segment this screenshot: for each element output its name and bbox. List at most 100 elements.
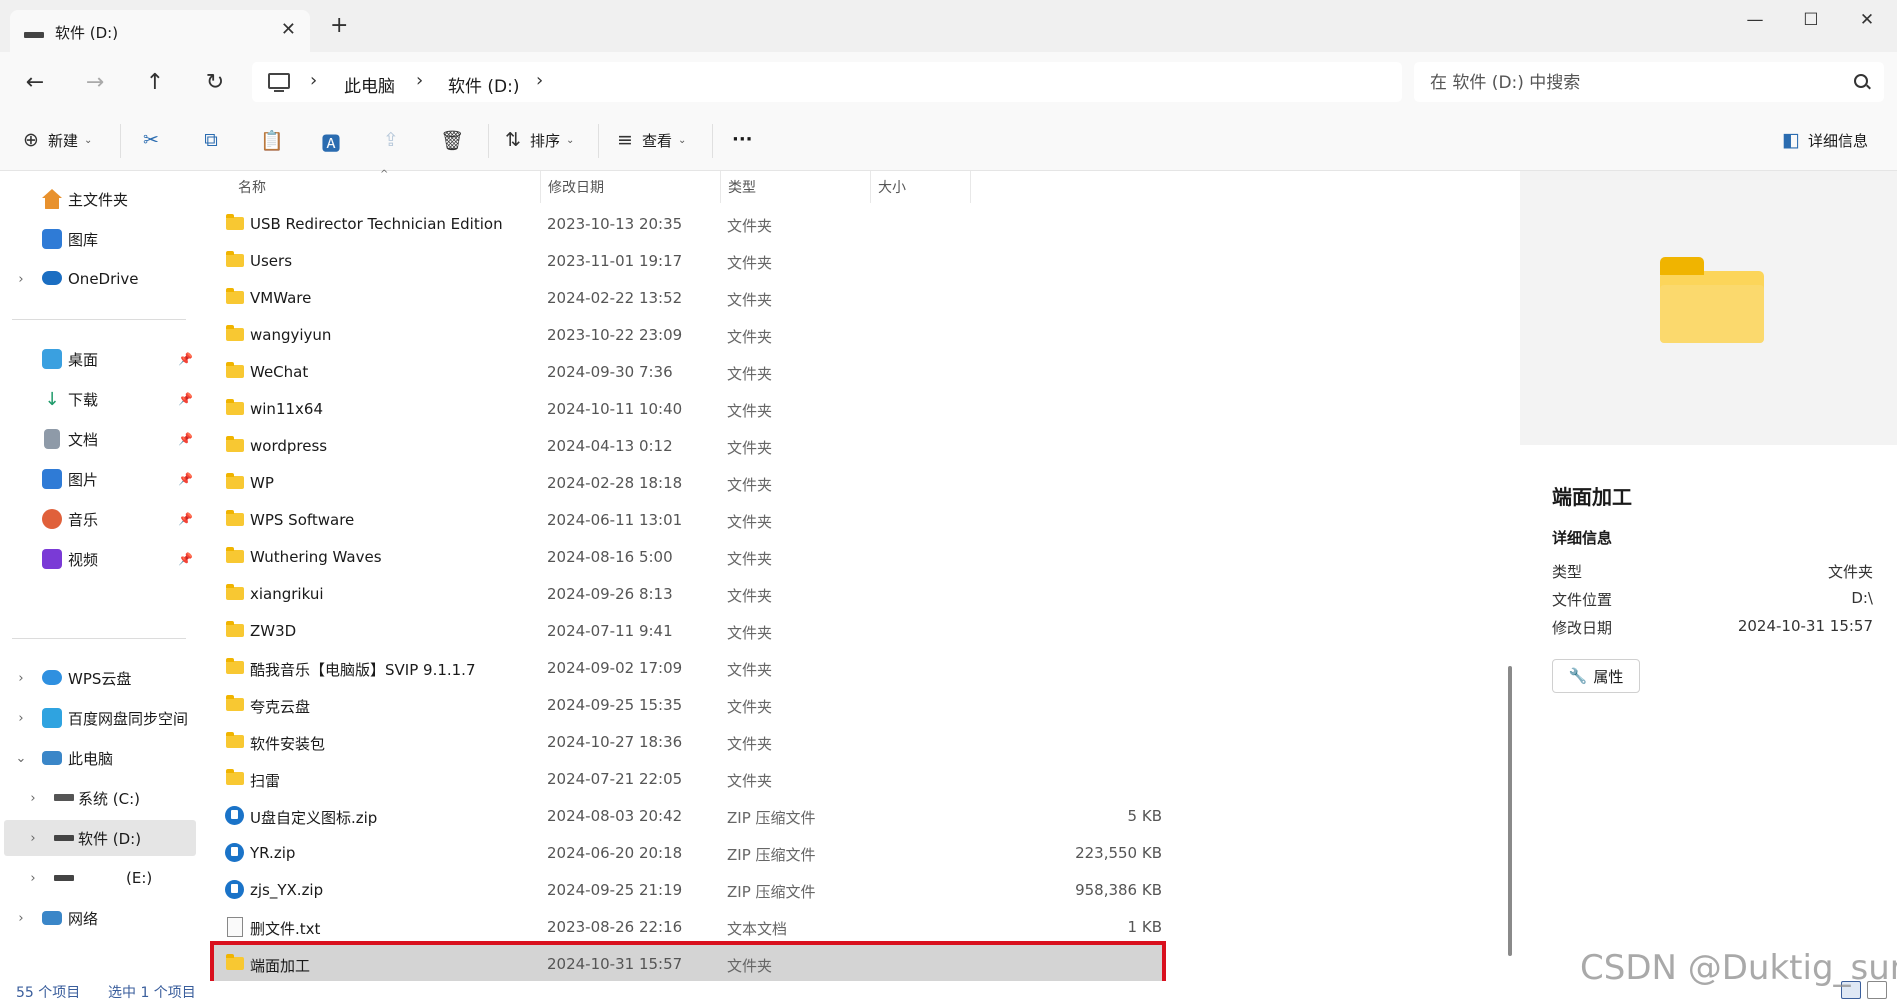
search-box[interactable] — [1414, 62, 1884, 102]
sidebar-item-baidu-netdisk[interactable]: › 百度网盘同步空间 — [0, 700, 196, 736]
sidebar-item-drive-d[interactable]: › 软件 (D:) — [4, 820, 196, 856]
sidebar-item-documents[interactable]: 文档 📌 — [0, 421, 196, 457]
chevron-down-icon[interactable]: ⌄ — [14, 751, 28, 766]
chevron-right-icon[interactable]: › — [14, 911, 28, 926]
minimize-button[interactable]: — — [1740, 10, 1770, 30]
breadcrumb-separator-icon[interactable]: › — [310, 70, 317, 91]
copy-button[interactable]: ⧉ — [200, 129, 222, 151]
sidebar-item-home[interactable]: 主文件夹 — [0, 181, 196, 217]
up-button[interactable]: ↑ — [140, 68, 170, 98]
file-row[interactable]: 夸克云盘 2024-09-25 15:35 文件夹 — [214, 686, 1162, 723]
file-name: 夸克云盘 — [250, 698, 311, 716]
navigation-bar: ← → ↑ ↻ › 此电脑 › 软件 (D:) › — [0, 52, 1897, 112]
search-input[interactable] — [1428, 68, 1832, 98]
sidebar-item-downloads[interactable]: ↓ 下载 📌 — [0, 381, 196, 417]
chevron-right-icon[interactable]: › — [26, 871, 40, 886]
view-button[interactable]: ≡ 查看 ⌄ — [614, 129, 686, 151]
pin-icon[interactable]: 📌 — [178, 352, 193, 366]
column-header-name[interactable]: 名称 — [238, 177, 266, 197]
folder-icon — [226, 658, 244, 674]
file-row[interactable]: YR.zip 2024-06-20 20:18 ZIP 压缩文件 223,550 KB — [214, 834, 1162, 871]
file-row[interactable]: USB Redirector Technician Edition 2023-10… — [214, 205, 1162, 242]
file-row[interactable]: xiangrikui 2024-09-26 8:13 文件夹 — [214, 575, 1162, 612]
delete-button[interactable]: 🗑 — [440, 129, 464, 152]
file-row[interactable]: Wuthering Waves 2024-08-16 5:00 文件夹 — [214, 538, 1162, 575]
maximize-button[interactable]: ☐ — [1796, 10, 1826, 30]
details-title: 端面加工 — [1552, 485, 1632, 509]
download-icon: ↓ — [44, 389, 60, 410]
file-row[interactable]: 端面加工 2024-10-31 15:57 文件夹 — [210, 941, 1166, 986]
column-separator[interactable] — [970, 171, 971, 203]
pin-icon[interactable]: 📌 — [178, 472, 193, 486]
sidebar-item-onedrive[interactable]: › OneDrive — [0, 261, 196, 297]
file-row[interactable]: 软件安装包 2024-10-27 18:36 文件夹 — [214, 723, 1162, 760]
pin-icon[interactable]: 📌 — [178, 432, 193, 446]
sidebar-item-drive-c[interactable]: › 系统 (C:) — [0, 780, 196, 816]
rename-button[interactable]: 🅰 — [320, 129, 342, 156]
tab-close-icon[interactable]: ✕ — [281, 19, 296, 40]
file-row[interactable]: 扫雷 2024-07-21 22:05 文件夹 — [214, 760, 1162, 797]
file-row[interactable]: 删文件.txt 2023-08-26 22:16 文本文档 1 KB — [214, 908, 1162, 945]
vertical-scrollbar[interactable] — [1506, 171, 1516, 981]
pin-icon[interactable]: 📌 — [178, 512, 193, 526]
refresh-button[interactable]: ↻ — [200, 68, 230, 98]
pin-icon[interactable]: 📌 — [178, 552, 193, 566]
file-row[interactable]: win11x64 2024-10-11 10:40 文件夹 — [214, 390, 1162, 427]
breadcrumb-this-pc[interactable]: 此电脑 — [344, 72, 395, 97]
file-row[interactable]: Users 2023-11-01 19:17 文件夹 — [214, 242, 1162, 279]
more-options-button[interactable]: ··· — [732, 129, 753, 150]
properties-button[interactable]: 🔧 属性 — [1552, 659, 1640, 693]
file-row[interactable]: WeChat 2024-09-30 7:36 文件夹 — [214, 353, 1162, 390]
column-separator[interactable] — [540, 171, 541, 203]
breadcrumb-separator-icon[interactable]: › — [416, 70, 423, 91]
sidebar-item-drive-e[interactable]: › (E:) — [0, 860, 196, 896]
close-window-button[interactable]: ✕ — [1852, 10, 1882, 30]
chevron-right-icon[interactable]: › — [14, 671, 28, 686]
search-icon[interactable] — [1854, 74, 1868, 88]
file-row[interactable]: wordpress 2024-04-13 0:12 文件夹 — [214, 427, 1162, 464]
column-header-date[interactable]: 修改日期 — [548, 177, 604, 197]
sidebar-item-wps-cloud[interactable]: › WPS云盘 — [0, 660, 196, 696]
column-separator[interactable] — [720, 171, 721, 203]
back-button[interactable]: ← — [20, 68, 50, 98]
new-tab-button[interactable]: + — [330, 15, 348, 37]
pin-icon[interactable]: 📌 — [178, 392, 193, 406]
column-header-type[interactable]: 类型 — [728, 177, 756, 197]
column-separator[interactable] — [870, 171, 871, 203]
sidebar-item-videos[interactable]: 视频 📌 — [0, 541, 196, 577]
chevron-right-icon[interactable]: › — [26, 831, 40, 846]
address-bar[interactable]: › 此电脑 › 软件 (D:) › — [252, 62, 1402, 102]
file-row[interactable]: 酷我音乐【电脑版】SVIP 9.1.1.7 2024-09-02 17:09 文件夹 — [214, 649, 1162, 686]
chevron-right-icon[interactable]: › — [14, 711, 28, 726]
sidebar-item-this-pc[interactable]: ⌄ 此电脑 — [0, 740, 196, 776]
cut-button[interactable]: ✂ — [140, 129, 162, 151]
sidebar-item-music[interactable]: 音乐 📌 — [0, 501, 196, 537]
file-row[interactable]: VMWare 2024-02-22 13:52 文件夹 — [214, 279, 1162, 316]
sidebar-item-network[interactable]: › 网络 — [0, 900, 196, 936]
sidebar-item-desktop[interactable]: 桌面 📌 — [0, 341, 196, 377]
sort-button[interactable]: ⇅ 排序 ⌄ — [502, 129, 574, 151]
chevron-right-icon[interactable]: › — [26, 791, 40, 806]
file-row[interactable]: WP 2024-02-28 18:18 文件夹 — [214, 464, 1162, 501]
breadcrumb-separator-icon[interactable]: › — [536, 70, 543, 91]
forward-button[interactable]: → — [80, 68, 110, 98]
file-row[interactable]: U盘自定义图标.zip 2024-08-03 20:42 ZIP 压缩文件 5 KB — [214, 797, 1162, 834]
column-header-size[interactable]: 大小 — [878, 177, 906, 197]
share-button[interactable]: ⇪ — [380, 129, 402, 151]
file-row[interactable]: WPS Software 2024-06-11 13:01 文件夹 — [214, 501, 1162, 538]
chevron-down-icon: ⌄ — [566, 134, 575, 146]
tab-drive-d[interactable]: 软件 (D:) ✕ — [10, 10, 310, 54]
new-button[interactable]: ⊕ 新建 ⌄ — [20, 129, 92, 151]
scrollbar-thumb[interactable] — [1508, 666, 1512, 956]
file-row[interactable]: zjs_YX.zip 2024-09-25 21:19 ZIP 压缩文件 958,38… — [214, 871, 1162, 908]
file-name: ZW3D — [250, 622, 297, 640]
file-row[interactable]: wangyiyun 2023-10-22 23:09 文件夹 — [214, 316, 1162, 353]
sidebar-item-gallery[interactable]: 图库 — [0, 221, 196, 257]
chevron-right-icon[interactable]: › — [14, 272, 28, 287]
toolbar-divider — [120, 124, 121, 158]
breadcrumb-drive-d[interactable]: 软件 (D:) — [448, 72, 520, 97]
file-row[interactable]: ZW3D 2024-07-11 9:41 文件夹 — [214, 612, 1162, 649]
sidebar-item-pictures[interactable]: 图片 📌 — [0, 461, 196, 497]
details-pane-button[interactable]: ◧ 详细信息 — [1780, 129, 1868, 151]
paste-button[interactable]: 📋 — [260, 129, 284, 152]
